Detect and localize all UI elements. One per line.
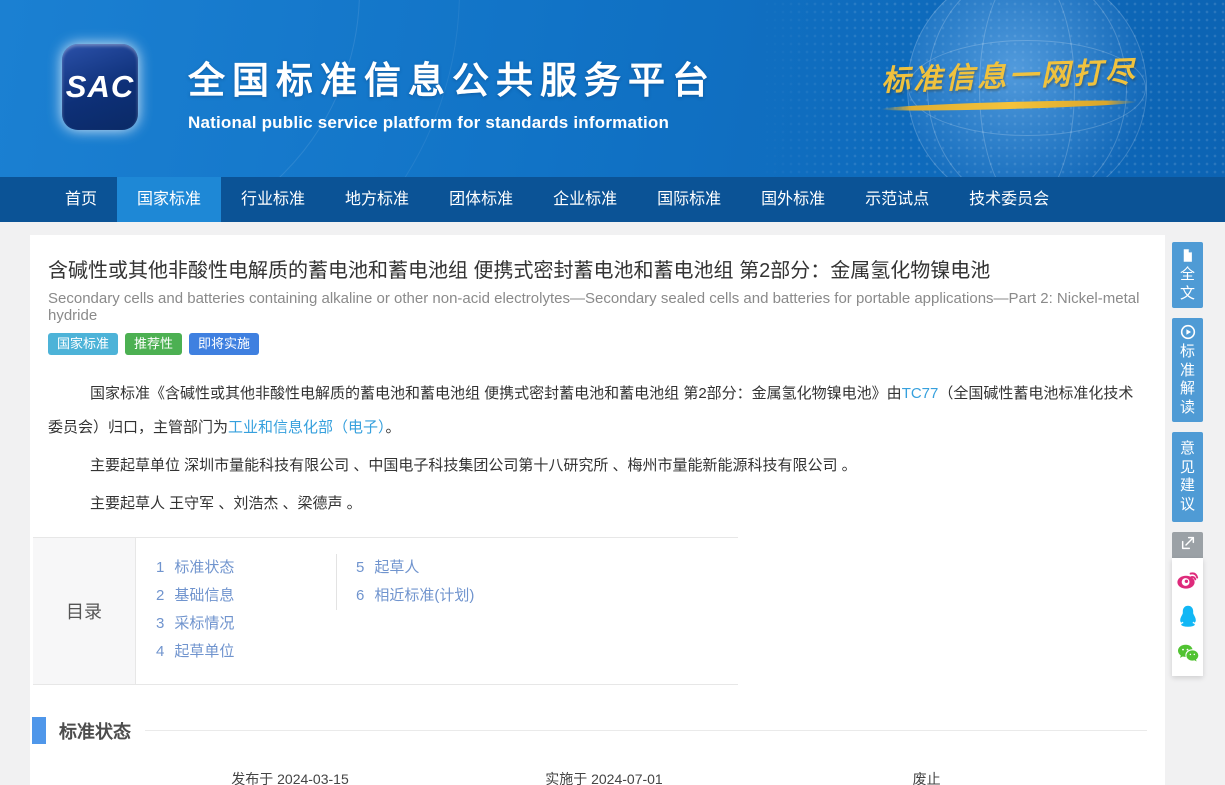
toc-label: 目录 <box>33 538 136 684</box>
status-section-header: 标准状态 <box>32 717 1147 744</box>
milestone-abolished-label: 废止 <box>913 769 941 785</box>
weibo-icon[interactable] <box>1176 567 1200 591</box>
milestone-published-label: 发布于 2024-03-15 <box>231 769 349 785</box>
nav-item-technical-committees[interactable]: 技术委员会 <box>949 177 1069 222</box>
document-icon <box>1180 248 1195 266</box>
badge-recommended: 推荐性 <box>125 333 182 355</box>
main-nav: 首页 国家标准 行业标准 地方标准 团体标准 企业标准 国际标准 国外标准 示范… <box>0 177 1225 222</box>
toc-item-adoption[interactable]: 3采标情况 <box>156 610 336 638</box>
nav-item-industry-standards[interactable]: 行业标准 <box>221 177 325 222</box>
standard-title-en: Secondary cells and batteries containing… <box>48 290 1147 324</box>
drafters-paragraph: 主要起草人 王守军 、刘浩杰 、梁德声 。 <box>48 487 1147 521</box>
share-group <box>1172 532 1203 676</box>
badge-national-standard: 国家标准 <box>48 333 118 355</box>
share-icon <box>1180 535 1196 556</box>
page: SAC 全国标准信息公共服务平台 National public service… <box>0 0 1225 785</box>
toc-item-drafters[interactable]: 5起草人 <box>356 554 474 582</box>
qq-icon[interactable] <box>1176 604 1200 628</box>
nav-item-group-standards[interactable]: 团体标准 <box>429 177 533 222</box>
nav-item-national-standards[interactable]: 国家标准 <box>117 177 221 222</box>
toc-item-standard-status[interactable]: 1标准状态 <box>156 554 336 582</box>
fulltext-label: 全文 <box>1180 266 1196 303</box>
wechat-icon[interactable] <box>1176 641 1200 665</box>
toc-item-basic-info[interactable]: 2基础信息 <box>156 582 336 610</box>
standard-detail-card: 含碱性或其他非酸性电解质的蓄电池和蓄电池组 便携式密封蓄电池和蓄电池组 第2部分… <box>30 235 1165 785</box>
status-section-title: 标准状态 <box>59 718 131 744</box>
fulltext-button[interactable]: 全文 <box>1172 242 1203 308</box>
table-of-contents: 目录 1标准状态 2基础信息 3采标情况 4起草单位 5起草人 6相近标准(计划… <box>33 537 738 685</box>
sac-logo[interactable]: SAC <box>62 44 138 130</box>
drafting-units-paragraph: 主要起草单位 深圳市量能科技有限公司 、中国电子科技集团公司第十八研究所 、梅州… <box>48 449 1147 483</box>
ministry-link[interactable]: 工业和信息化部（电子） <box>228 419 386 436</box>
toc-item-similar-standards[interactable]: 6相近标准(计划) <box>356 582 474 610</box>
section-accent-bar <box>32 717 46 744</box>
milestone-implemented-label: 实施于 2024-07-01 <box>545 769 663 785</box>
intro-prefix: 国家标准《含碱性或其他非酸性电解质的蓄电池和蓄电池组 便携式密封蓄电池和蓄电池组… <box>90 385 902 402</box>
side-toolbar: 全文 标准解读 意见建议 <box>1172 242 1203 676</box>
feedback-button[interactable]: 意见建议 <box>1172 432 1203 522</box>
standard-info-block: 国家标准《含碱性或其他非酸性电解质的蓄电池和蓄电池组 便携式密封蓄电池和蓄电池组… <box>48 377 1147 521</box>
badge-row: 国家标准 推荐性 即将实施 <box>48 333 1147 355</box>
status-timeline: 发布于 2024-03-15 实施于 2024-07-01 废止 <box>58 758 1137 785</box>
section-divider-line <box>145 730 1147 731</box>
intro-suffix: 。 <box>386 419 401 436</box>
nav-item-pilot-programs[interactable]: 示范试点 <box>845 177 949 222</box>
share-button[interactable] <box>1172 532 1203 558</box>
slogan-banner: 标准信息一网打尽 <box>881 53 1137 109</box>
nav-item-enterprise-standards[interactable]: 企业标准 <box>533 177 637 222</box>
nav-item-home[interactable]: 首页 <box>45 177 117 222</box>
site-title: 全国标准信息公共服务平台 <box>188 50 716 104</box>
feedback-label: 意见建议 <box>1180 440 1196 514</box>
site-header: SAC 全国标准信息公共服务平台 National public service… <box>0 0 1225 177</box>
nav-item-international-standards[interactable]: 国际标准 <box>637 177 741 222</box>
play-circle-icon <box>1180 324 1196 343</box>
toc-content: 1标准状态 2基础信息 3采标情况 4起草单位 5起草人 6相近标准(计划) <box>136 538 738 684</box>
site-subtitle: National public service platform for sta… <box>188 113 716 133</box>
toc-column-2: 5起草人 6相近标准(计划) <box>336 554 474 610</box>
interpretation-button[interactable]: 标准解读 <box>1172 318 1203 422</box>
toc-item-drafting-units[interactable]: 4起草单位 <box>156 638 336 666</box>
nav-item-foreign-standards[interactable]: 国外标准 <box>741 177 845 222</box>
nav-item-local-standards[interactable]: 地方标准 <box>325 177 429 222</box>
interpretation-label: 标准解读 <box>1180 343 1196 417</box>
tc77-link[interactable]: TC77 <box>902 385 939 402</box>
site-title-block: 全国标准信息公共服务平台 National public service pla… <box>188 50 716 133</box>
standard-title-cn: 含碱性或其他非酸性电解质的蓄电池和蓄电池组 便携式密封蓄电池和蓄电池组 第2部分… <box>48 235 1147 283</box>
badge-upcoming-implementation: 即将实施 <box>189 333 259 355</box>
intro-paragraph: 国家标准《含碱性或其他非酸性电解质的蓄电池和蓄电池组 便携式密封蓄电池和蓄电池组… <box>48 377 1147 445</box>
slogan-text: 标准信息一网打尽 <box>880 49 1137 100</box>
social-share-panel <box>1172 558 1203 676</box>
toc-column-1: 1标准状态 2基础信息 3采标情况 4起草单位 <box>136 554 336 684</box>
